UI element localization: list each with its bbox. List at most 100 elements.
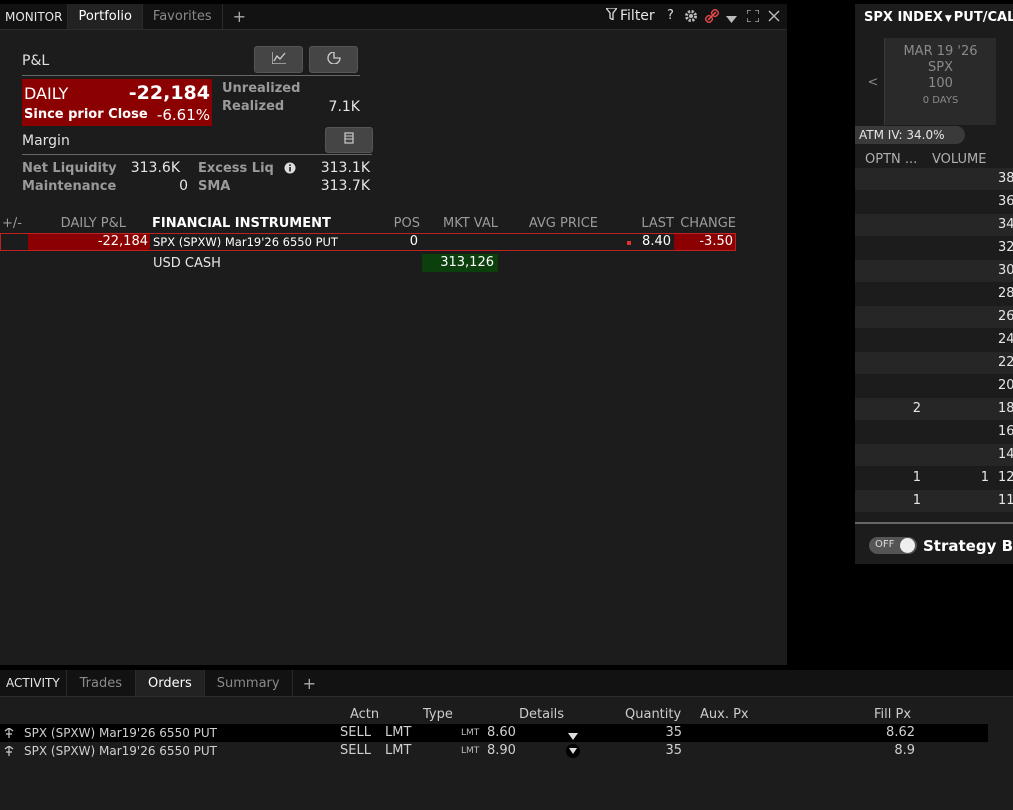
activity-section-label: ACTIVITY [0, 670, 67, 696]
ladder-row[interactable]: 20 [855, 375, 1013, 397]
tab-favorites[interactable]: Favorites [143, 4, 223, 29]
chevron-down-icon[interactable] [726, 12, 737, 27]
col-optn[interactable]: OPTN ... [865, 152, 917, 167]
ladder-strike: 16 [998, 424, 1013, 439]
help-icon[interactable]: ? [667, 8, 674, 23]
col-fill-px[interactable]: Fill Px [874, 707, 911, 722]
col-daily-pnl[interactable]: DAILY P&L [30, 216, 126, 231]
expand-icon[interactable] [746, 9, 760, 26]
order-type: LMT [385, 743, 412, 758]
prev-expiry-button[interactable]: < [862, 38, 884, 126]
col-actn[interactable]: Actn [350, 707, 379, 722]
tab-portfolio[interactable]: Portfolio [68, 4, 143, 29]
ladder-row[interactable]: 14 [855, 444, 1013, 466]
ladder-divider [855, 522, 1013, 524]
order-details-type: LMT [461, 746, 480, 756]
row-mkt-val: 313,126 [440, 255, 494, 270]
order-quantity: 35 [665, 725, 682, 740]
ladder-row[interactable]: 24 [855, 329, 1013, 351]
col-plusminus[interactable]: +/- [2, 216, 22, 231]
row-instrument: USD CASH [153, 256, 221, 271]
order-details-type: LMT [461, 728, 480, 738]
chart-button[interactable] [254, 46, 303, 73]
ladder-row[interactable]: 32 [855, 237, 1013, 259]
pie-button[interactable] [309, 46, 358, 73]
ladder-row[interactable]: 30 [855, 260, 1013, 282]
order-type: LMT [385, 725, 412, 740]
sma-label: SMA [198, 179, 231, 194]
expiry-card[interactable]: MAR 19 '26 SPX 100 0 DAYS [884, 38, 996, 125]
table-row[interactable] [0, 253, 736, 273]
ladder-row[interactable]: 22 [855, 352, 1013, 374]
ladder-row[interactable]: 28 [855, 283, 1013, 305]
expiry-underlying: SPX [928, 60, 953, 75]
strategy-toggle[interactable]: OFF [869, 537, 917, 554]
ladder-row[interactable]: 1 1 12 [855, 467, 1013, 489]
col-aux-px[interactable]: Aux. Px [700, 707, 749, 722]
monitor-section-label: MONITOR [0, 4, 69, 29]
ladder-strike: 22 [998, 355, 1013, 370]
col-details[interactable]: Details [519, 707, 564, 722]
add-tab-button[interactable]: + [223, 4, 256, 29]
order-fill: 8.62 [886, 725, 915, 740]
maintenance-value: 0 [179, 178, 188, 194]
col-last[interactable]: LAST [610, 216, 674, 231]
col-instrument[interactable]: FINANCIAL INSTRUMENT [152, 216, 331, 231]
order-actn: SELL [340, 725, 371, 740]
unrealized-label: Unrealized [222, 81, 301, 96]
ladder-row[interactable]: 36 [855, 191, 1013, 213]
filter-button[interactable]: Filter [604, 7, 655, 24]
activity-tabbar: ACTIVITY Trades Orders Summary + [0, 670, 1013, 697]
info-icon[interactable] [284, 162, 296, 178]
order-quantity: 35 [665, 743, 682, 758]
row-instrument: SPX (SPXW) Mar19'26 6550 PUT [153, 235, 338, 249]
order-instrument: SPX (SPXW) Mar19'26 6550 PUT [24, 726, 218, 740]
filter-icon [604, 7, 619, 24]
gear-icon[interactable] [684, 9, 698, 27]
ladder-strike: 14 [998, 447, 1013, 462]
close-icon[interactable] [768, 10, 780, 26]
ladder-row[interactable]: 34 [855, 214, 1013, 236]
margin-button[interactable] [325, 127, 373, 153]
col-quantity[interactable]: Quantity [625, 707, 681, 722]
net-liq-value: 313.6K [130, 160, 180, 176]
col-change[interactable]: CHANGE [676, 216, 736, 231]
ladder-optn: 1 [912, 493, 921, 508]
link-icon[interactable] [704, 8, 720, 27]
col-mkt-val[interactable]: MKT VAL [424, 216, 498, 231]
realized-value: 7.1K [328, 99, 360, 115]
toggle-knob [900, 538, 915, 553]
tab-orders[interactable]: Orders [136, 670, 205, 696]
excess-liq-value: 313.1K [320, 160, 370, 176]
ladder-strike: 36 [998, 194, 1013, 209]
tab-summary[interactable]: Summary [205, 670, 293, 696]
pnl-divider [22, 75, 360, 76]
col-pos[interactable]: POS [380, 216, 420, 231]
expiry-multiplier: 100 [928, 76, 953, 91]
sma-value: 313.7K [320, 178, 370, 194]
ladder-row[interactable]: 38 [855, 168, 1013, 190]
ladder-optn: 2 [912, 401, 921, 416]
ladder-row[interactable]: 1 11 [855, 490, 1013, 512]
tab-trades[interactable]: Trades [67, 670, 137, 696]
margin-divider [22, 154, 372, 155]
col-volume[interactable]: VOLUME [932, 152, 986, 167]
order-details-price: 8.60 [487, 725, 516, 740]
atm-iv-badge: ATM IV: 34.0% [855, 126, 965, 144]
ladder-row[interactable]: 2 18 [855, 398, 1013, 420]
order-icon [4, 745, 14, 760]
ladder-row[interactable]: 16 [855, 421, 1013, 443]
col-type[interactable]: Type [423, 707, 453, 722]
ladder-strike: 12 [998, 470, 1013, 485]
order-icon [4, 727, 14, 742]
option-symbol[interactable]: SPX INDEX ▼ PUT/CAL [864, 10, 1013, 25]
ladder-strike: 11 [998, 493, 1013, 508]
order-instrument: SPX (SPXW) Mar19'26 6550 PUT [24, 744, 218, 758]
details-dropdown[interactable] [566, 744, 580, 758]
add-tab-button[interactable]: + [293, 670, 326, 696]
expiry-days: 0 DAYS [922, 95, 959, 106]
col-avg-price[interactable]: AVG PRICE [508, 216, 598, 231]
ladder-row[interactable]: 26 [855, 306, 1013, 328]
strategy-builder-label[interactable]: Strategy Bu [923, 537, 1013, 555]
chart-icon [270, 51, 286, 68]
